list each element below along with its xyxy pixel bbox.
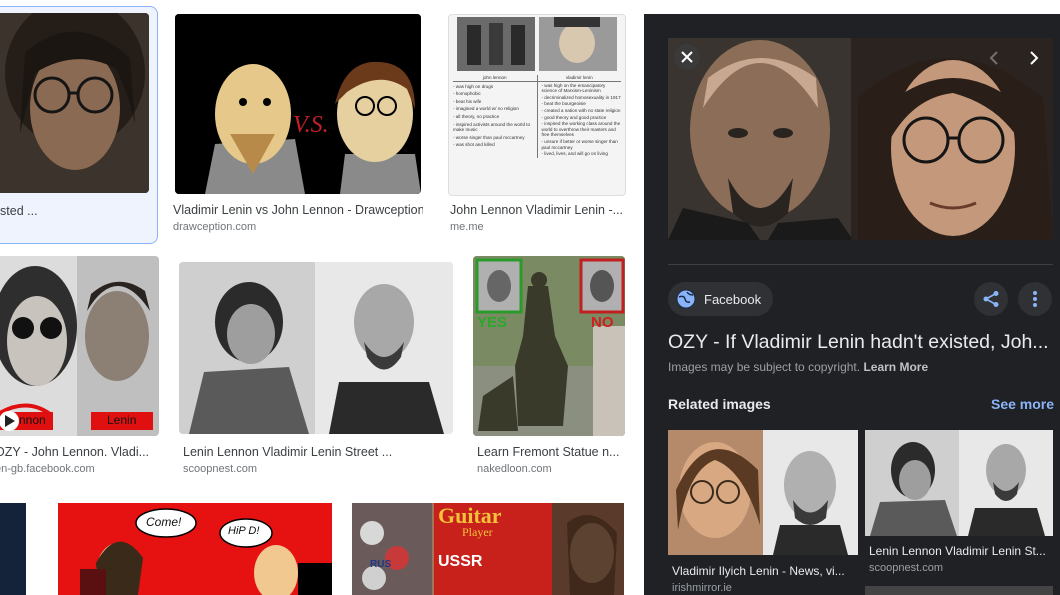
thumb-inner-label-yes: YES: [477, 314, 508, 331]
thumb-inner-label-left: nnon: [19, 413, 46, 427]
comic-thumbnail-image: [58, 503, 332, 595]
result-card-selected[interactable]: xisted ...: [0, 6, 158, 244]
meme-header-right: vladimir lenin: [536, 75, 622, 81]
lennon-portrait-image: [0, 13, 149, 193]
chevron-right-icon: [1030, 51, 1039, 65]
result-card[interactable]: Lenin Lennon Vladimir Lenin Street ... s…: [179, 256, 455, 481]
related-thumbnail[interactable]: [865, 430, 1053, 536]
related-card[interactable]: Lenin Lennon Vladimir Lenin St... scoopn…: [865, 430, 1055, 595]
result-thumbnail[interactable]: nnon Lenin: [0, 256, 159, 436]
meme-header-left: john lennon: [482, 75, 507, 80]
result-card[interactable]: V.S. Vladimir Lenin vs John Lennon - Dra…: [173, 14, 423, 239]
meme-left-col: - was high on drugs - homophobic - beat …: [453, 82, 537, 158]
result-source[interactable]: scoopnest.com: [183, 463, 453, 475]
lenin-lennon-preview-image: [668, 38, 1053, 240]
related-thumbnail[interactable]: [668, 430, 858, 555]
related-source[interactable]: scoopnest.com: [869, 562, 1055, 574]
result-title[interactable]: John Lennon Vladimir Lenin -...: [450, 203, 622, 217]
result-title[interactable]: OZY - John Lennon. Vladi...: [0, 445, 155, 459]
result-card[interactable]: nnon Lenin OZY - John Lennon. Vladi... e…: [0, 256, 160, 481]
result-title[interactable]: Lenin Lennon Vladimir Lenin Street ...: [183, 445, 453, 459]
result-thumbnail[interactable]: Come! HiP D!: [58, 503, 332, 595]
result-thumbnail[interactable]: [0, 503, 26, 595]
meme-line: - was shot and killed: [453, 142, 495, 148]
meme-photos-image: [457, 17, 617, 71]
result-title[interactable]: xisted ...: [0, 204, 151, 218]
result-thumbnail[interactable]: [0, 13, 149, 193]
image-results-grid: xisted ... V.S. Vladimir Lenin vs John L…: [0, 0, 644, 595]
meme-line: - was high on drugs: [453, 83, 494, 89]
drawing-lenin-vs-lennon-image: V.S.: [175, 14, 421, 194]
result-title[interactable]: Learn Fremont Statue n...: [477, 445, 625, 459]
meme-right-col: - was high on the emancipatory science o…: [536, 81, 622, 158]
magazine-subtitle: Player: [462, 525, 493, 539]
comic-bubble-text: HiP D!: [228, 525, 260, 537]
divider: [668, 264, 1053, 265]
related-images-heading: Related images: [668, 396, 771, 412]
facebook-globe-icon: [676, 289, 696, 309]
magazine-rus: RUS: [370, 559, 392, 570]
meme-line: - beat his wife: [453, 98, 482, 104]
magazine-ussr: USSR: [438, 553, 483, 570]
chevron-left-icon: [989, 51, 998, 65]
meme-line: - imagined a world w/ no religion: [453, 106, 519, 112]
thumb-inner-label-no: NO: [591, 314, 614, 331]
share-button[interactable]: [974, 282, 1008, 316]
related-title[interactable]: Lenin Lennon Vladimir Lenin St...: [869, 544, 1055, 558]
more-options-button[interactable]: [1018, 282, 1052, 316]
see-more-link[interactable]: See more: [991, 396, 1054, 412]
result-source[interactable]: nakedloon.com: [477, 463, 625, 475]
close-button[interactable]: [674, 44, 700, 70]
result-thumbnail[interactable]: john lennon vladimir lenin - was high on…: [448, 14, 626, 196]
copyright-notice: Images may be subject to copyright. Lear…: [668, 360, 1053, 374]
meme-line: - beat the bourgeoisie: [541, 101, 586, 107]
result-card[interactable]: YES NO Learn Fremont Statue n... nakedlo…: [473, 256, 628, 481]
meme-line: - good theory and good practice: [541, 114, 607, 120]
next-image-button[interactable]: [1024, 48, 1044, 68]
related-thumbnail[interactable]: [865, 586, 1053, 595]
meme-line: - decriminalized homosexuality in 1917: [541, 94, 621, 100]
meme-line: - worse singer than paul mccartney: [453, 134, 525, 140]
meme-line: - homophobic: [453, 91, 481, 97]
meme-line: - inspired the working class around the …: [541, 121, 621, 138]
related-source[interactable]: irishmirror.ie: [672, 582, 858, 594]
lennon-lenin-split-image: [0, 256, 159, 436]
thumb-inner-label-right: Lenin: [107, 413, 137, 427]
result-source[interactable]: me.me: [450, 221, 622, 233]
meme-line: - unsure if better or worse singer than …: [541, 138, 618, 150]
related-title[interactable]: Vladimir Ilyich Lenin - News, vi...: [672, 564, 858, 578]
meme-line: - was high on the emancipatory science o…: [541, 82, 606, 94]
source-badge[interactable]: Facebook: [668, 282, 774, 316]
preview-title[interactable]: OZY - If Vladimir Lenin hadn't existed, …: [668, 331, 1053, 354]
meme-line: - inspired activists around the world to…: [453, 121, 531, 133]
meme-line: - all theory, no practice: [453, 113, 500, 119]
result-thumbnail[interactable]: [179, 262, 453, 434]
result-source[interactable]: drawception.com: [173, 221, 423, 233]
svg-text:V.S.: V.S.: [293, 112, 329, 138]
lennon-lenin-photo-image: [179, 262, 453, 434]
meme-line: - lived, lives, and will go on living: [541, 151, 608, 157]
meme-table: john lennon vladimir lenin - was high on…: [453, 75, 621, 158]
result-thumbnail[interactable]: Guitar Player USSR RUS: [352, 503, 624, 595]
preview-image[interactable]: [668, 38, 1053, 240]
prev-image-button[interactable]: [984, 48, 1004, 68]
result-source[interactable]: en-gb.facebook.com: [0, 463, 155, 475]
related-card[interactable]: Vladimir Ilyich Lenin - News, vi... iris…: [668, 430, 858, 595]
copyright-text: Images may be subject to copyright.: [668, 360, 861, 374]
image-preview-panel: Facebook OZY - If Vladimir Lenin hadn't …: [644, 14, 1060, 595]
comic-bubble-text: Come!: [146, 515, 182, 529]
close-icon: [681, 51, 693, 63]
result-title[interactable]: Vladimir Lenin vs John Lennon - Drawcept…: [173, 203, 423, 217]
result-thumbnail[interactable]: V.S.: [175, 14, 421, 194]
result-card[interactable]: john lennon vladimir lenin - was high on…: [448, 14, 628, 239]
meme-line: - created a nation with no state religio…: [541, 107, 621, 113]
result-thumbnail[interactable]: YES NO: [473, 256, 625, 436]
fremont-statue-image: [473, 256, 625, 436]
share-icon: [983, 291, 999, 307]
source-name: Facebook: [704, 291, 762, 307]
learn-more-link[interactable]: Learn More: [863, 360, 928, 374]
more-vert-icon: [1033, 291, 1037, 307]
